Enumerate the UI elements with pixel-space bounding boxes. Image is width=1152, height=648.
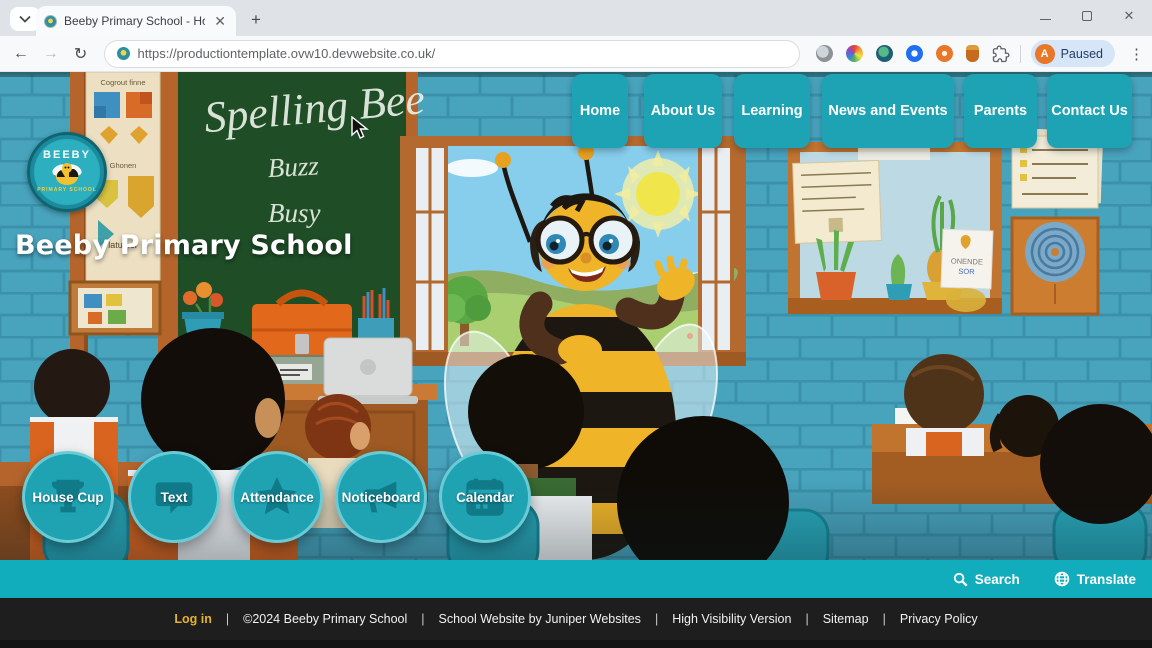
privacy-policy-link[interactable]: Privacy Policy xyxy=(900,612,978,626)
toolbar-divider xyxy=(1020,45,1021,63)
quicklink-text[interactable]: Text xyxy=(128,451,220,543)
extension-icon[interactable] xyxy=(876,45,893,62)
quicklink-label: Text xyxy=(161,490,188,505)
quicklink-noticeboard[interactable]: Noticeboard xyxy=(335,451,427,543)
chevron-down-icon xyxy=(19,15,31,23)
quicklink-house-cup[interactable]: House Cup xyxy=(22,451,114,543)
dartboard xyxy=(1012,218,1098,314)
url-text: https://productiontemplate.ovw10.devwebs… xyxy=(138,46,436,61)
translate-button[interactable]: Translate xyxy=(1054,571,1136,587)
nav-learning[interactable]: Learning xyxy=(734,74,810,148)
page-footer: Log in | ©2024 Beeby Primary School | Sc… xyxy=(0,598,1152,648)
quicklink-attendance[interactable]: Attendance xyxy=(231,451,323,543)
translate-label: Translate xyxy=(1077,572,1136,587)
logo-bottom-text: PRIMARY SCHOOL xyxy=(37,187,97,193)
site-title: Beeby Primary School xyxy=(15,230,353,261)
copyright-text: ©2024 Beeby Primary School xyxy=(243,612,407,626)
profile-status: Paused xyxy=(1061,47,1103,61)
minimize-button[interactable] xyxy=(1036,7,1054,25)
extension-icon[interactable] xyxy=(936,45,953,62)
nav-news-and-events[interactable]: News and Events xyxy=(822,74,954,148)
svg-text:ONENDE: ONENDE xyxy=(951,256,983,266)
new-tab-button[interactable]: + xyxy=(244,8,268,32)
nav-parents[interactable]: Parents xyxy=(964,74,1037,148)
high-visibility-link[interactable]: High Visibility Version xyxy=(672,612,791,626)
footer-separator: | xyxy=(226,612,229,626)
quicklink-label: Attendance xyxy=(240,490,314,505)
nav-about-us[interactable]: About Us xyxy=(644,74,722,148)
login-link[interactable]: Log in xyxy=(174,612,212,626)
extension-icon[interactable] xyxy=(966,45,979,62)
sitemap-link[interactable]: Sitemap xyxy=(823,612,869,626)
quicklink-label: Calendar xyxy=(456,490,514,505)
svg-text:Ghonen: Ghonen xyxy=(110,161,137,170)
reload-button[interactable]: ↻ xyxy=(68,41,94,67)
site-info-icon[interactable] xyxy=(117,47,130,60)
utility-bar: Search Translate xyxy=(0,560,1152,598)
extension-icon[interactable] xyxy=(816,45,833,62)
avatar: A xyxy=(1035,44,1055,64)
search-button[interactable]: Search xyxy=(953,572,1020,587)
main-navigation: Home About Us Learning News and Events P… xyxy=(0,74,1152,154)
logo-top-text: BEEBY xyxy=(43,149,91,161)
site-favicon-icon xyxy=(44,15,57,28)
browser-toolbar: ← → ↻ https://productiontemplate.ovw10.d… xyxy=(0,36,1152,72)
website-credit-link[interactable]: School Website by Juniper Websites xyxy=(439,612,641,626)
plant-shelf: ONENDE SOR xyxy=(788,142,1002,314)
search-icon xyxy=(953,572,968,587)
address-bar[interactable]: https://productiontemplate.ovw10.devwebs… xyxy=(104,40,800,68)
browser-menu-icon[interactable]: ⋮ xyxy=(1129,45,1144,63)
nav-contact-us[interactable]: Contact Us xyxy=(1047,74,1132,148)
hero-banner: Cogrout finne Ghonen latulher Spelling B… xyxy=(0,72,1152,560)
svg-text:Busy: Busy xyxy=(268,198,321,228)
bee-logo-icon xyxy=(49,161,85,187)
quicklink-calendar[interactable]: Calendar xyxy=(439,451,531,543)
search-label: Search xyxy=(975,572,1020,587)
window-controls: ✕ xyxy=(1036,0,1146,32)
nav-home[interactable]: Home xyxy=(572,74,628,148)
school-logo[interactable]: BEEBY PRIMARY SCHOOL xyxy=(27,132,107,212)
footer-separator: | xyxy=(655,612,658,626)
forward-button[interactable]: → xyxy=(38,41,64,67)
footer-separator: | xyxy=(421,612,424,626)
footer-separator: | xyxy=(805,612,808,626)
profile-button[interactable]: A Paused xyxy=(1031,40,1115,67)
back-button[interactable]: ← xyxy=(8,41,34,67)
close-button[interactable]: ✕ xyxy=(1120,7,1138,25)
browser-tab[interactable]: Beeby Primary School - Home ✕ xyxy=(36,6,236,36)
tab-title: Beeby Primary School - Home xyxy=(64,14,205,28)
svg-text:Buzz: Buzz xyxy=(267,150,320,183)
svg-text:SOR: SOR xyxy=(958,267,975,277)
extension-icons xyxy=(816,45,1010,63)
extension-icon[interactable] xyxy=(906,45,923,62)
globe-icon xyxy=(1054,571,1070,587)
extension-icon[interactable] xyxy=(846,45,863,62)
tab-close-icon[interactable]: ✕ xyxy=(212,13,228,30)
maximize-button[interactable] xyxy=(1078,7,1096,25)
browser-tab-strip: Beeby Primary School - Home ✕ + ✕ xyxy=(0,0,1152,36)
extensions-puzzle-icon[interactable] xyxy=(992,45,1010,63)
quicklink-label: House Cup xyxy=(32,490,103,505)
quicklink-label: Noticeboard xyxy=(342,490,421,505)
footer-separator: | xyxy=(883,612,886,626)
mouse-cursor xyxy=(350,116,372,140)
